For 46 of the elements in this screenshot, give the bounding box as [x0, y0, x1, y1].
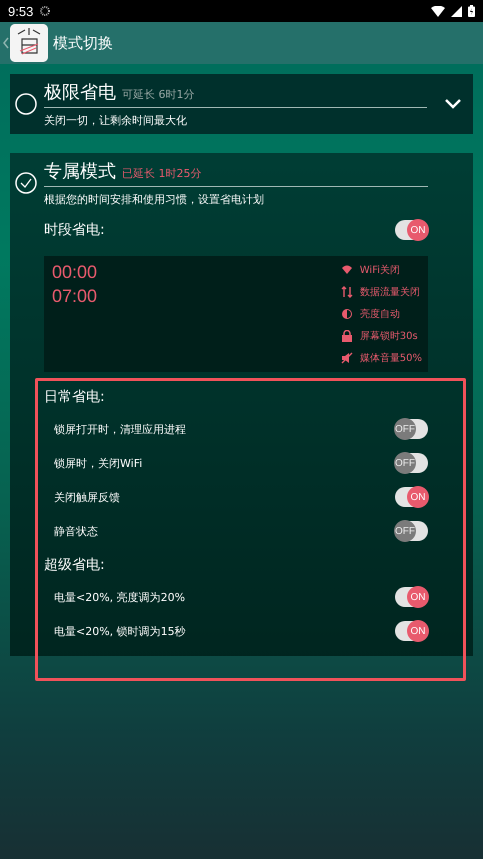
app-icon — [10, 24, 48, 62]
mode-note: 可延长 6时1分 — [122, 87, 194, 102]
screen-title: 模式切换 — [53, 34, 113, 52]
wifi-icon — [340, 264, 353, 276]
wifi-icon — [431, 6, 445, 16]
mode-description: 根据您的时间安排和使用习惯，设置省电计划 — [44, 192, 265, 207]
mode-title: 极限省电 — [44, 81, 116, 104]
brightness-icon — [340, 308, 353, 320]
chevron-down-icon[interactable] — [445, 99, 461, 109]
toggle-switch[interactable]: ON — [395, 621, 428, 641]
toggle-switch[interactable]: ON — [395, 220, 428, 240]
setting-label: 关闭触屏反馈 — [54, 490, 120, 504]
toggle-switch[interactable]: OFF — [395, 453, 428, 473]
radio-button[interactable] — [15, 93, 37, 115]
setting-label: 电量<20%, 亮度调为20% — [54, 590, 186, 604]
battery-icon — [468, 5, 475, 17]
end-time[interactable]: 07:00 — [52, 286, 98, 307]
rule-text: 屏幕锁时30s — [360, 330, 418, 343]
setting-label: 锁屏打开时，清理应用进程 — [54, 422, 186, 436]
rule-text: 媒体音量50% — [360, 352, 422, 365]
mode-note: 已延长 1时25分 — [122, 166, 202, 181]
mute-icon — [340, 352, 353, 364]
section-title: 日常省电: — [44, 388, 106, 406]
toggle-switch[interactable]: ON — [395, 587, 428, 607]
data-icon — [340, 286, 353, 298]
rule-text: WiFi关闭 — [360, 264, 400, 277]
mode-description: 关闭一切，让剩余时间最大化 — [44, 113, 188, 128]
rule-text: 数据流量关闭 — [360, 286, 420, 299]
mode-card[interactable]: 极限省电 可延长 6时1分 关闭一切，让剩余时间最大化 — [10, 74, 473, 134]
schedule-label: 时段省电: — [44, 221, 105, 239]
setting-label: 电量<20%, 锁时调为15秒 — [54, 624, 186, 638]
mode-title: 专属模式 — [44, 160, 116, 183]
lock-icon — [340, 330, 353, 342]
toggle-switch[interactable]: ON — [395, 487, 428, 507]
rule-text: 亮度自动 — [360, 308, 400, 321]
setting-label: 锁屏时，关闭WiFi — [54, 456, 142, 470]
start-time[interactable]: 00:00 — [52, 262, 98, 283]
section-title: 超级省电: — [44, 556, 106, 574]
check-circle-icon[interactable] — [15, 172, 37, 194]
mode-card[interactable]: 专属模式 已延长 1时25分 根据您的时间安排和使用习惯，设置省电计划 时段省电: ON 00:00 07:00 WiFi关闭 数据流量关闭 亮度自动 屏幕锁时30s 媒体音量50% 日常省电: 锁屏打开时，清理应用进程 OFF 锁屏时，关闭WiFi OFF 关闭触屏反馈 ON 静音状态 OFF 超级省电: 电量<20%, 亮度调为20% ON 电量<20%, 锁时调为15秒 ON — [10, 153, 473, 656]
signal-icon — [451, 6, 462, 16]
back-icon[interactable] — [3, 37, 9, 49]
toggle-switch[interactable]: OFF — [395, 521, 428, 541]
toggle-switch[interactable]: OFF — [395, 419, 428, 439]
status-time: 9:53 — [8, 4, 34, 18]
setting-label: 静音状态 — [54, 524, 98, 538]
